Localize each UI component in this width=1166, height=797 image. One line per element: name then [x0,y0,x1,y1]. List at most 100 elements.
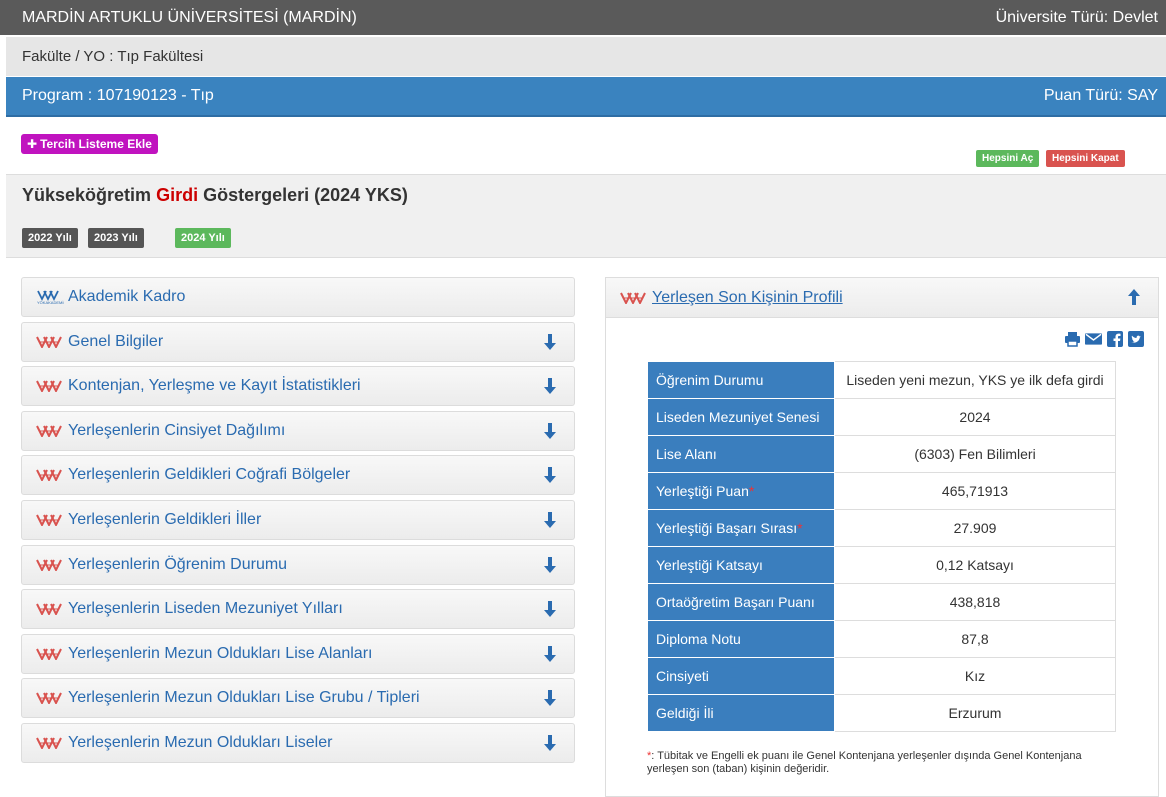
yok-logo-icon [36,467,64,483]
profile-panel-title[interactable]: Yerleşen Son Kişinin Profili [652,289,843,307]
table-row: Yerleştiği Başarı Sırası* 27.909 [647,509,1116,547]
profile-value: 87,8 [834,620,1116,658]
arrow-down-icon[interactable] [542,556,558,574]
yok-logo-icon [36,378,64,394]
arrow-up-icon[interactable] [1126,288,1142,306]
yok-logo-icon [36,557,64,573]
svg-text:YÖKAKADEMİK: YÖKAKADEMİK [37,300,64,305]
close-all-button[interactable]: Hepsini Kapat [1046,150,1125,167]
profile-value: 0,12 Katsayı [834,546,1116,584]
accordion-label[interactable]: Akademik Kadro [68,288,185,306]
profile-key: Yerleştiği Katsayı [647,546,835,584]
yok-logo-icon [620,290,648,306]
profile-key: Liseden Mezuniyet Senesi [647,398,835,436]
accordion-label[interactable]: Genel Bilgiler [68,333,163,351]
accordion-item[interactable]: Yerleşenlerin Geldikleri Coğrafi Bölgele… [21,455,575,496]
profile-value: Liseden yeni mezun, YKS ye ilk defa gird… [834,361,1116,399]
accordion-item[interactable]: Yerleşenlerin Mezun Oldukları Lise Alanl… [21,633,575,674]
score-type: Puan Türü: SAY [1043,87,1158,104]
accordion-label[interactable]: Yerleşenlerin Cinsiyet Dağılımı [68,422,285,440]
accordion-label[interactable]: Yerleşenlerin Geldikleri Coğrafi Bölgele… [68,466,350,484]
yok-logo-icon [36,690,64,706]
faculty-bar: Fakülte / YO : Tıp Fakültesi [6,37,1166,76]
profile-key: Cinsiyeti [647,657,835,695]
table-row: Geldiği İli Erzurum [647,694,1116,732]
arrow-down-icon[interactable] [542,689,558,707]
plus-icon: ✚ [27,137,38,151]
profile-key: Geldiği İli [647,694,835,732]
university-name: MARDİN ARTUKLU ÜNİVERSİTESİ (MARDİN) [22,8,357,26]
accordion-label[interactable]: Yerleşenlerin Mezun Oldukları Lise Grubu… [68,689,420,707]
accordion-item[interactable]: Yerleşenlerin Mezun Oldukları Lise Grubu… [21,678,575,719]
arrow-down-icon[interactable] [542,377,558,395]
table-row: Ortaöğretim Başarı Puanı 438,818 [647,583,1116,621]
university-type: Üniversite Türü: Devlet [995,8,1158,26]
table-row: Diploma Notu 87,8 [647,620,1116,658]
table-row: Cinsiyeti Kız [647,657,1116,695]
profile-key: Diploma Notu [647,620,835,658]
email-icon[interactable] [1085,330,1102,347]
yok-akademik-logo-icon: YÖKAKADEMİK [36,289,64,305]
arrow-down-icon[interactable] [542,511,558,529]
profile-value: 2024 [834,398,1116,436]
profile-key: Ortaöğretim Başarı Puanı [647,583,835,621]
faculty-name: Fakülte / YO : Tıp Fakültesi [22,48,204,65]
accordion-label[interactable]: Yerleşenlerin Geldikleri İller [68,511,261,529]
arrow-down-icon[interactable] [542,333,558,351]
yok-logo-icon [36,512,64,528]
accordion-item[interactable]: Yerleşenlerin Liseden Mezuniyet Yılları [21,589,575,630]
arrow-down-icon[interactable] [542,600,558,618]
last-placed-profile-panel: Yerleşen Son Kişinin Profili Öğrenim Dur… [605,277,1159,797]
add-to-list-button[interactable]: ✚ Tercih Listeme Ekle [21,134,158,154]
accordion-label[interactable]: Yerleşenlerin Mezun Oldukları Lise Alanl… [68,645,372,663]
accordion-label[interactable]: Yerleşenlerin Öğrenim Durumu [68,556,287,574]
arrow-down-icon[interactable] [542,466,558,484]
accordion-item[interactable]: Yerleşenlerin Cinsiyet Dağılımı [21,410,575,451]
arrow-down-icon[interactable] [542,422,558,440]
indicators-section: Yükseköğretim Girdi Göstergeleri (2024 Y… [6,174,1166,258]
footnote: *: Tübitak ve Engelli ek puanı ile Genel… [647,750,1082,775]
yok-logo-icon [36,423,64,439]
profile-value: Kız [834,657,1116,695]
yok-logo-icon [36,735,64,751]
twitter-icon[interactable] [1127,330,1144,347]
profile-value: (6303) Fen Bilimleri [834,435,1116,473]
university-bar: MARDİN ARTUKLU ÜNİVERSİTESİ (MARDİN) Üni… [0,0,1166,35]
accordion-item[interactable]: Kontenjan, Yerleşme ve Kayıt İstatistikl… [21,366,575,407]
accordion-item[interactable]: Genel Bilgiler [21,321,575,362]
profile-key: Yerleştiği Puan* [647,472,835,510]
profile-key: Lise Alanı [647,435,835,473]
yok-logo-icon [36,646,64,662]
profile-value: 438,818 [834,583,1116,621]
profile-key: Yerleştiği Başarı Sırası* [647,509,835,547]
program-name: Program : 107190123 - Tıp [22,87,214,104]
accordion-label[interactable]: Yerleşenlerin Mezun Oldukları Liseler [68,734,332,752]
accordion-label[interactable]: Yerleşenlerin Liseden Mezuniyet Yılları [68,600,343,618]
table-row: Yerleştiği Puan* 465,71913 [647,472,1116,510]
profile-table: Öğrenim Durumu Liseden yeni mezun, YKS ye… [647,361,1116,732]
arrow-down-icon[interactable] [542,734,558,752]
year-2023-button[interactable]: 2023 Yılı [88,228,144,248]
accordion-item[interactable]: YÖKAKADEMİK Akademik Kadro [21,277,575,317]
share-icons [1064,330,1144,347]
facebook-icon[interactable] [1106,330,1123,347]
yok-logo-icon [36,601,64,617]
profile-value: 27.909 [834,509,1116,547]
accordion-label[interactable]: Kontenjan, Yerleşme ve Kayıt İstatistikl… [68,377,361,395]
program-bar: Program : 107190123 - Tıp Puan Türü: SAY [6,77,1166,117]
year-2022-button[interactable]: 2022 Yılı [22,228,78,248]
accordion-item[interactable]: Yerleşenlerin Geldikleri İller [21,500,575,540]
year-2024-button[interactable]: 2024 Yılı [175,228,231,248]
accordion-item[interactable]: Yerleşenlerin Mezun Oldukları Liseler [21,723,575,763]
yok-logo-icon [36,334,64,350]
profile-value: 465,71913 [834,472,1116,510]
section-title: Yükseköğretim Girdi Göstergeleri (2024 Y… [22,185,408,205]
profile-value: Erzurum [834,694,1116,732]
arrow-down-icon[interactable] [542,645,558,663]
accordion-item[interactable]: Yerleşenlerin Öğrenim Durumu [21,544,575,585]
print-icon[interactable] [1064,330,1081,347]
profile-panel-header[interactable]: Yerleşen Son Kişinin Profili [606,278,1158,318]
table-row: Lise Alanı (6303) Fen Bilimleri [647,435,1116,473]
table-row: Yerleştiği Katsayı 0,12 Katsayı [647,546,1116,584]
open-all-button[interactable]: Hepsini Aç [976,150,1040,167]
